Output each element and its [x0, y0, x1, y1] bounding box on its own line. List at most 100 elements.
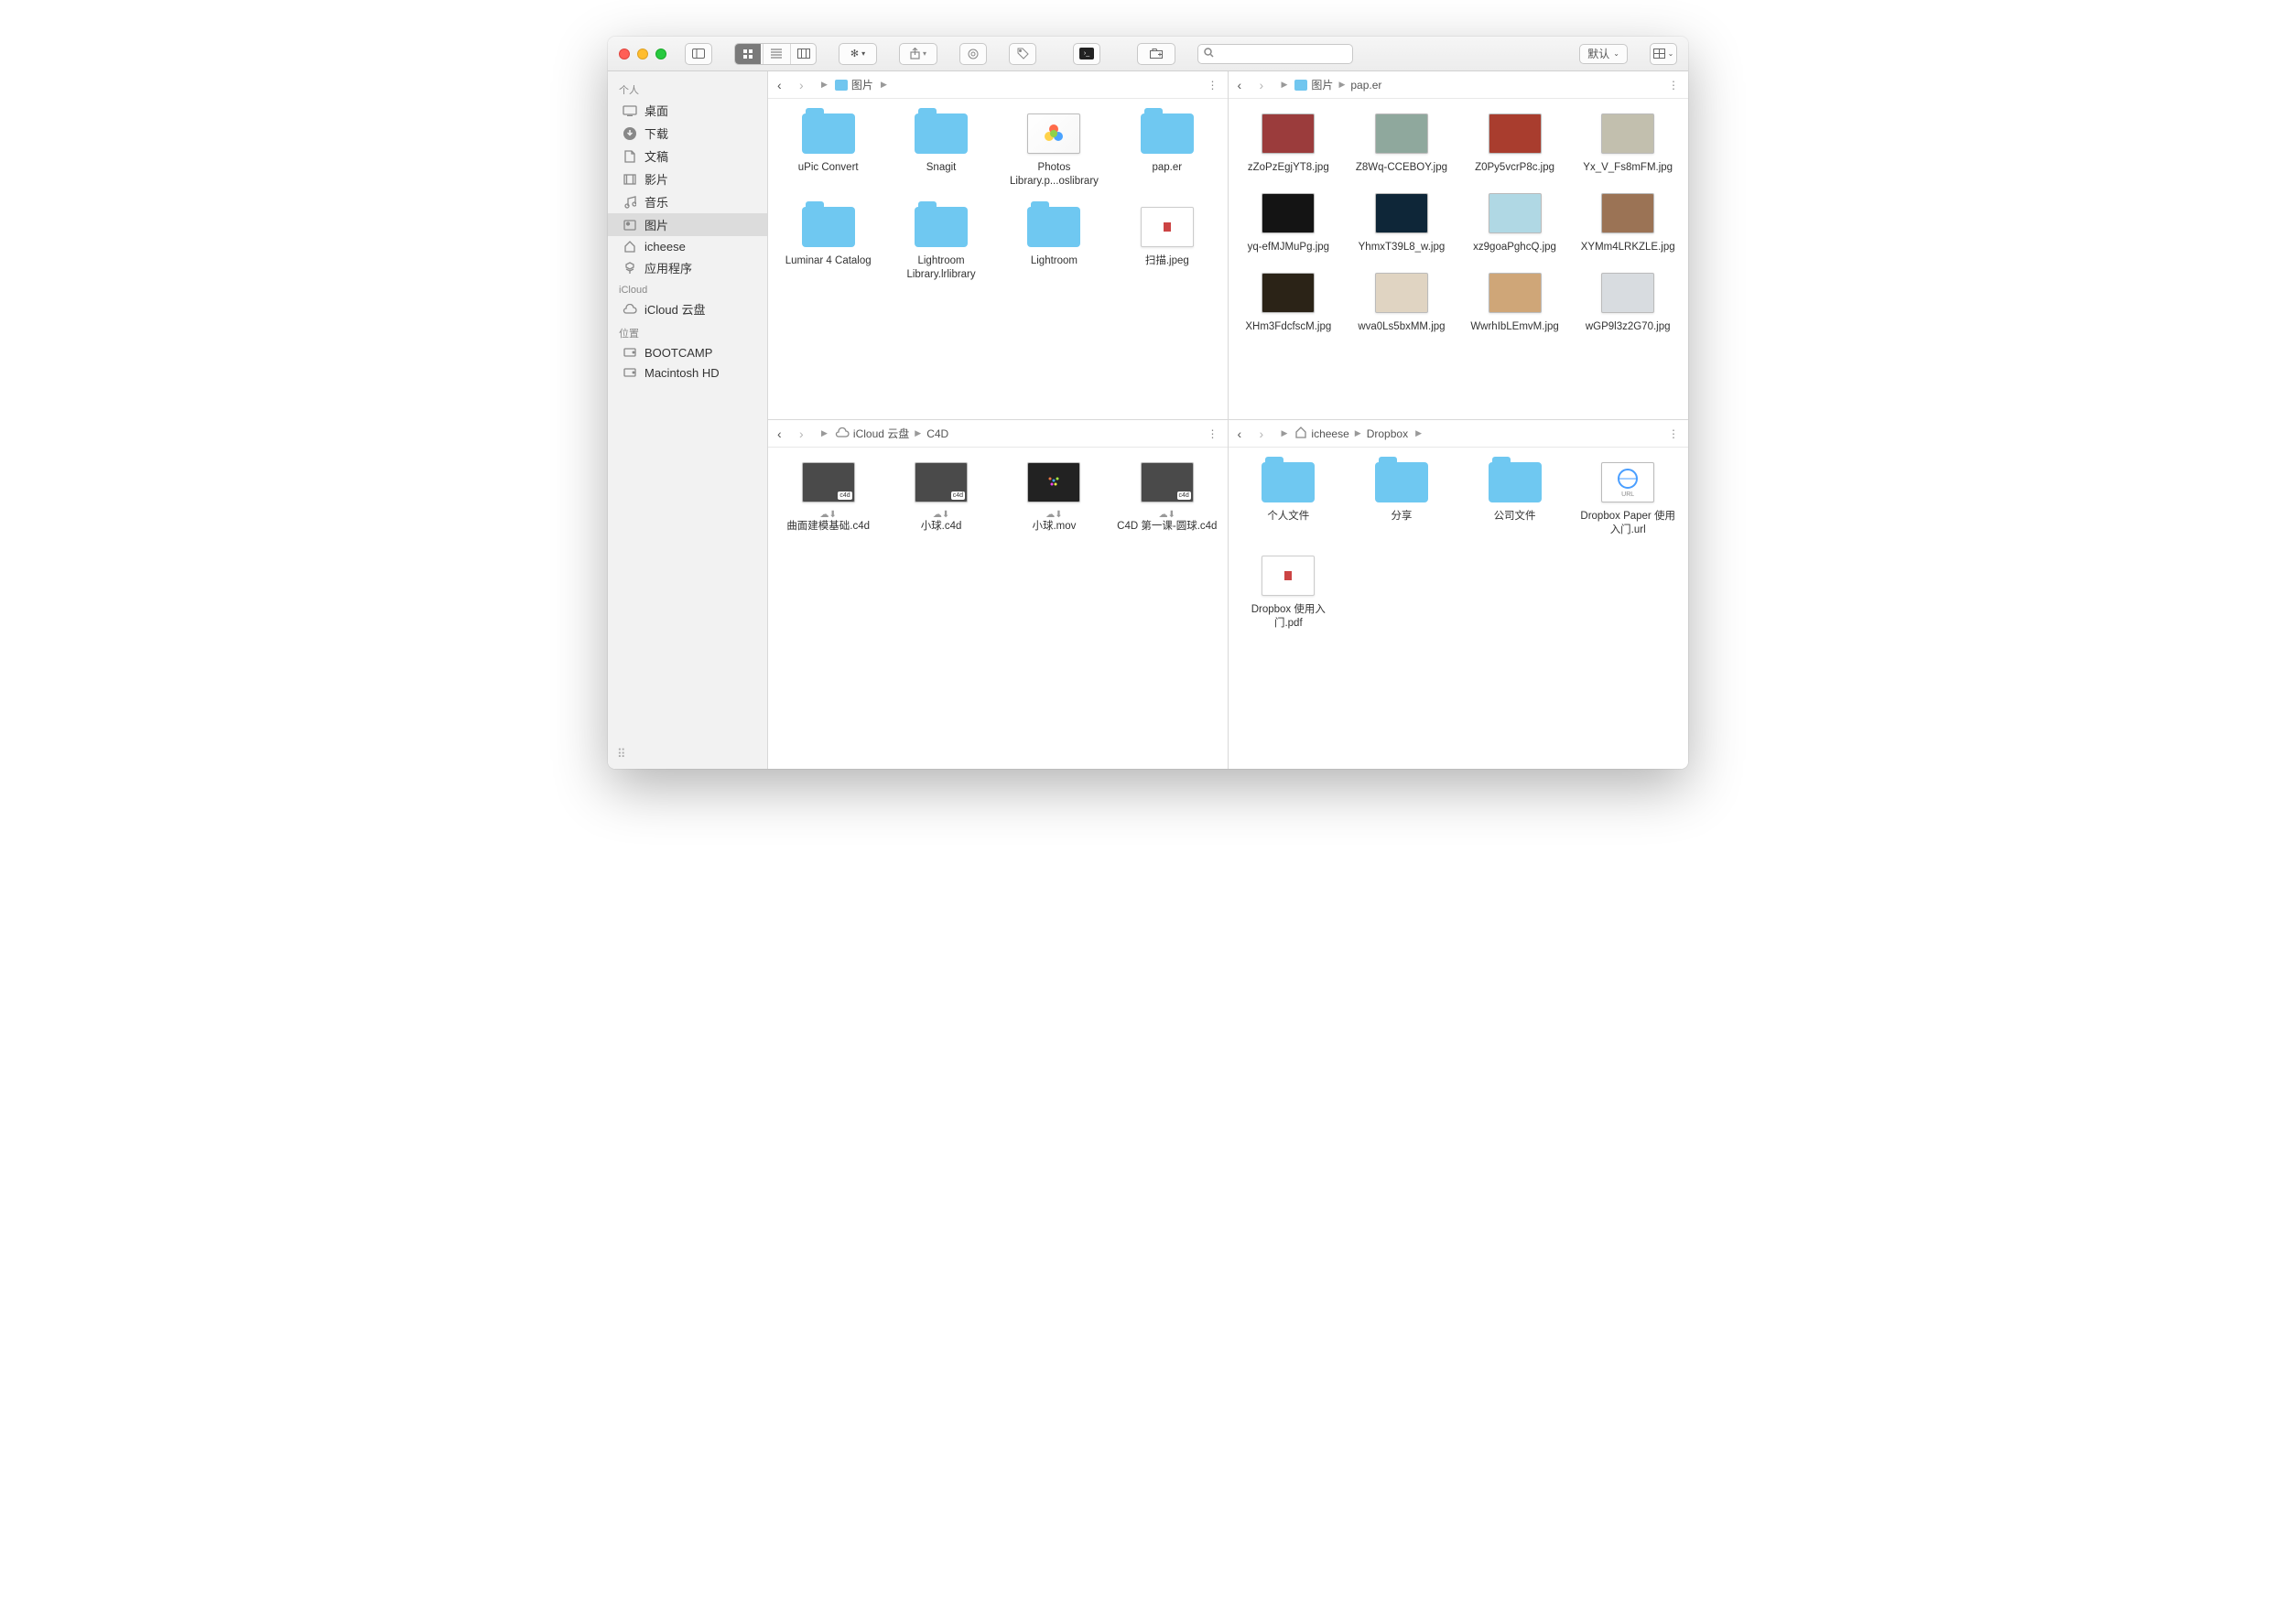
back-button[interactable]: ‹ [1238, 427, 1252, 441]
sidebar-item-label: 桌面 [644, 102, 668, 119]
folder-icon [1141, 113, 1194, 154]
sidebar-item-download[interactable]: 下载 [608, 122, 767, 145]
breadcrumb-item[interactable]: C4D [926, 427, 948, 440]
pane-menu-button[interactable]: ⋮ [1208, 79, 1218, 92]
file-item[interactable]: Z0Py5vcrP8c.jpg [1462, 110, 1568, 175]
breadcrumb-item[interactable]: icheese [1294, 427, 1348, 441]
file-item[interactable]: Z8Wq-CCEBOY.jpg [1348, 110, 1455, 175]
file-item[interactable]: XYMm4LRKZLE.jpg [1575, 189, 1681, 254]
file-item[interactable]: c4d☁︎⬇小球.c4d [888, 459, 993, 534]
file-item[interactable]: WwrhIbLEmvM.jpg [1462, 269, 1568, 334]
file-item[interactable]: c4d☁︎⬇曲面建模基础.c4d [775, 459, 881, 534]
sidebar-item-desktop[interactable]: 桌面 [608, 99, 767, 122]
folder-icon [1027, 207, 1080, 247]
desktop-icon [623, 103, 637, 118]
action-menu-button[interactable]: ✻ ▾ [839, 44, 876, 64]
file-item[interactable]: wGP9l3z2G70.jpg [1575, 269, 1681, 334]
file-item[interactable]: zZoPzEgjYT8.jpg [1236, 110, 1342, 175]
file-item[interactable]: yq-efMJMuPg.jpg [1236, 189, 1342, 254]
search-input[interactable] [1218, 49, 1347, 59]
new-tab-button[interactable] [1138, 44, 1175, 64]
sidebar-item-movies[interactable]: 影片 [608, 167, 767, 190]
pane-menu-button[interactable]: ⋮ [1208, 427, 1218, 440]
pane-body[interactable]: uPic ConvertSnagitPhotos Library.p...osl… [768, 99, 1228, 419]
sidebar-item-disk[interactable]: Macintosh HD [608, 362, 767, 383]
file-item[interactable]: XHm3FdcfscM.jpg [1236, 269, 1342, 334]
file-item[interactable]: ☁︎⬇小球.mov [1002, 459, 1107, 534]
chevron-icon: ▶ [915, 428, 921, 438]
breadcrumb-item[interactable]: 图片 [835, 77, 873, 92]
breadcrumb-item[interactable]: 图片 [1294, 77, 1333, 92]
video-thumbnail [1027, 462, 1080, 502]
icon-view-button[interactable] [735, 44, 761, 64]
chevron-icon: ▶ [1415, 428, 1422, 438]
share-button[interactable]: ▾ [900, 44, 937, 64]
file-item[interactable]: Photos Library.p...oslibrary [1002, 110, 1107, 189]
arrange-grid-button[interactable]: ⌄ [1651, 44, 1676, 64]
breadcrumb-label: Dropbox [1367, 427, 1408, 440]
image-thumbnail [1262, 193, 1315, 233]
grid-indicator-icon: ⠿ [617, 747, 625, 761]
file-item[interactable]: Lightroom Library.lrlibrary [888, 203, 993, 282]
file-item[interactable]: pap.er [1114, 110, 1219, 189]
image-thumbnail [1489, 193, 1542, 233]
sidebar-toggle-button[interactable] [686, 44, 711, 64]
disk-icon [623, 345, 637, 360]
forward-button[interactable]: › [799, 427, 814, 441]
file-item[interactable]: YhmxT39L8_w.jpg [1348, 189, 1455, 254]
forward-button[interactable]: › [1260, 78, 1274, 92]
file-item[interactable]: c4d☁︎⬇C4D 第一课-圆球.c4d [1114, 459, 1219, 534]
terminal-button[interactable]: ›_ [1074, 44, 1099, 64]
panes-container: ‹ › ▶ 图片 ▶ ⋮ uPic ConvertSnagitPhotos Li… [768, 71, 1688, 769]
file-item[interactable]: 扫描.jpeg [1114, 203, 1219, 282]
file-item[interactable]: xz9goaPghcQ.jpg [1462, 189, 1568, 254]
breadcrumb-item[interactable]: pap.er [1350, 79, 1381, 92]
search-field[interactable] [1197, 44, 1353, 64]
file-item[interactable]: URLDropbox Paper 使用入门.url [1575, 459, 1681, 537]
file-item[interactable]: Yx_V_Fs8mFM.jpg [1575, 110, 1681, 175]
close-button[interactable] [619, 49, 630, 59]
c4d-file-icon: c4d [915, 462, 968, 502]
breadcrumb-item[interactable]: iCloud 云盘 [835, 426, 909, 441]
forward-button[interactable]: › [1260, 427, 1274, 441]
file-item[interactable]: Lightroom [1002, 203, 1107, 282]
file-item[interactable]: 个人文件 [1236, 459, 1342, 537]
file-item[interactable]: Snagit [888, 110, 993, 189]
sidebar-item-documents[interactable]: 文稿 [608, 145, 767, 167]
forward-button[interactable]: › [799, 78, 814, 92]
sidebar-item-music[interactable]: 音乐 [608, 190, 767, 213]
file-item[interactable]: uPic Convert [775, 110, 881, 189]
sidebar-item-disk[interactable]: BOOTCAMP [608, 342, 767, 362]
file-item[interactable]: 公司文件 [1462, 459, 1568, 537]
sidebar-item-cloud[interactable]: iCloud 云盘 [608, 297, 767, 320]
airdrop-button[interactable] [960, 44, 986, 64]
share-group: ▾ [899, 43, 937, 65]
pane-body[interactable]: c4d☁︎⬇曲面建模基础.c4dc4d☁︎⬇小球.c4d☁︎⬇小球.movc4d… [768, 448, 1228, 769]
file-item[interactable]: Dropbox 使用入门.pdf [1236, 552, 1342, 631]
pane-menu-button[interactable]: ⋮ [1668, 427, 1679, 440]
pane-menu-button[interactable]: ⋮ [1668, 79, 1679, 92]
breadcrumb-item[interactable]: Dropbox [1367, 427, 1408, 440]
file-label: xz9goaPghcQ.jpg [1473, 241, 1556, 254]
file-item[interactable]: wva0Ls5bxMM.jpg [1348, 269, 1455, 334]
sidebar-item-home[interactable]: icheese [608, 236, 767, 256]
tags-button[interactable] [1010, 44, 1035, 64]
minimize-button[interactable] [637, 49, 648, 59]
pane-body[interactable]: zZoPzEgjYT8.jpgZ8Wq-CCEBOY.jpgZ0Py5vcrP8… [1229, 99, 1689, 419]
file-item[interactable]: Luminar 4 Catalog [775, 203, 881, 282]
back-button[interactable]: ‹ [777, 427, 792, 441]
arrange-dropdown[interactable]: 默认⌄ [1579, 44, 1628, 64]
column-view-button[interactable] [790, 44, 816, 64]
disk-icon [623, 365, 637, 380]
file-label: Dropbox 使用入门.pdf [1238, 603, 1338, 631]
pane-body[interactable]: 个人文件分享公司文件URLDropbox Paper 使用入门.url Dropb… [1229, 448, 1689, 769]
list-view-button[interactable] [763, 44, 788, 64]
file-item[interactable]: 分享 [1348, 459, 1455, 537]
back-button[interactable]: ‹ [1238, 78, 1252, 92]
zoom-button[interactable] [655, 49, 666, 59]
pane-header: ‹ › ▶ 图片▶pap.er ⋮ [1229, 71, 1689, 99]
home-icon [1294, 427, 1307, 441]
back-button[interactable]: ‹ [777, 78, 792, 92]
sidebar-item-pictures[interactable]: 图片 [608, 213, 767, 236]
sidebar-item-apps[interactable]: 应用程序 [608, 256, 767, 279]
